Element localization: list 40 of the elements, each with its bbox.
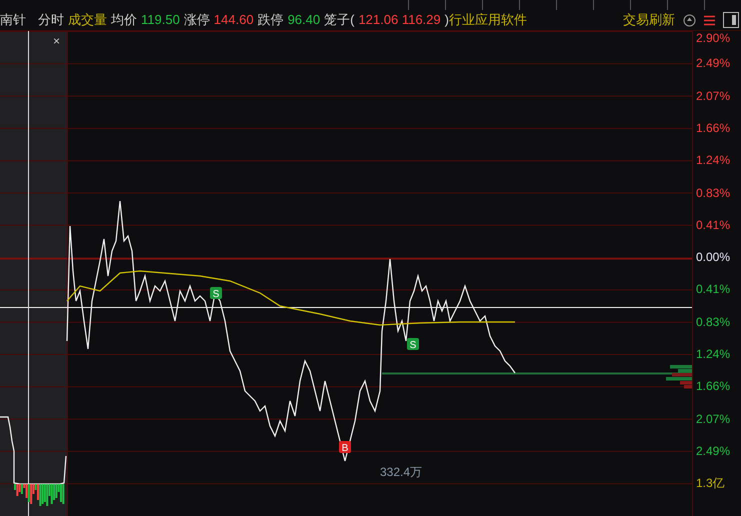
- axis-label: 2.07%: [696, 88, 730, 103]
- header-value: 121.06 116.29: [358, 11, 441, 30]
- header-value: 96.40: [288, 11, 320, 30]
- axis-label: 1.24%: [696, 347, 730, 361]
- axis-label: 1.24%: [696, 153, 730, 168]
- buy-marker: B: [339, 441, 351, 454]
- axis-label: 0.00%: [696, 250, 730, 264]
- close-icon[interactable]: ×: [53, 34, 60, 48]
- pre-market-line: [0, 416, 67, 485]
- sell-marker: S: [210, 287, 222, 300]
- header-label: 跌停: [258, 11, 284, 30]
- header-label: 均价: [111, 11, 137, 30]
- header-value: 119.50: [141, 11, 180, 30]
- order-book-bars: [666, 365, 692, 388]
- axis-label: 2.07%: [696, 412, 730, 426]
- axis-label: 0.83%: [696, 186, 730, 200]
- axis-label: 2.90%: [696, 31, 730, 45]
- axis-label: 0.83%: [696, 314, 730, 329]
- refresh-link[interactable]: 交易刷新: [623, 10, 675, 30]
- header-label: ): [444, 11, 449, 30]
- axis-label: 2.49%: [696, 56, 730, 70]
- axis-label: 1.66%: [696, 379, 730, 394]
- axis-label: 2.49%: [696, 444, 730, 458]
- header-label: 笼子(: [324, 11, 354, 30]
- volume-label: 332.4万: [380, 465, 422, 479]
- menu-icon[interactable]: [704, 14, 715, 26]
- axis-label: 0.41%: [696, 218, 730, 232]
- upload-icon[interactable]: [683, 14, 696, 26]
- header-label: 分时: [38, 11, 64, 30]
- app-title: 南针: [0, 11, 26, 30]
- axis-label: 1.3亿: [696, 476, 725, 490]
- axis-label: 0.41%: [696, 282, 730, 296]
- pre-market-volume-bars: [14, 484, 64, 506]
- panel-icon[interactable]: [723, 12, 739, 28]
- header-value: 144.60: [214, 11, 254, 30]
- header-label: 涨停: [184, 11, 210, 30]
- sell-marker: S: [407, 338, 419, 351]
- axis-label: 1.66%: [696, 120, 730, 135]
- header-value: 成交量: [68, 11, 107, 30]
- header-value: 行业应用软件: [448, 11, 527, 30]
